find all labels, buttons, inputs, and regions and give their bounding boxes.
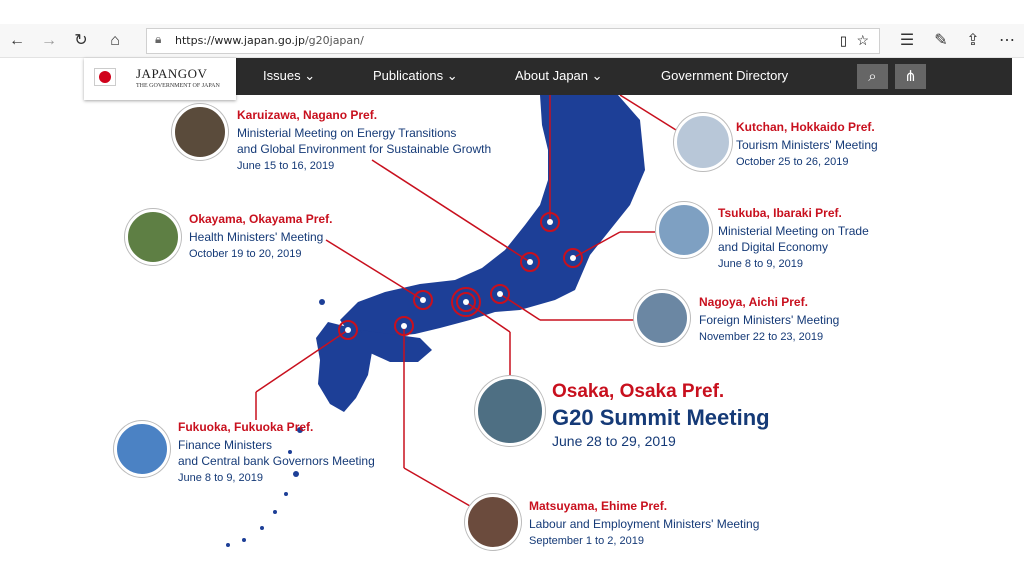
nav-issues[interactable]: Issues ⌄: [263, 68, 315, 84]
event-meeting: Ministerial Meeting on Energy Transition…: [237, 125, 491, 157]
nav-government-directory[interactable]: Government Directory: [661, 68, 788, 83]
refresh-icon[interactable]: ↻: [70, 30, 92, 52]
lock-icon: 🔒︎: [155, 32, 162, 46]
meeting-line: Ministerial Meeting on Trade: [718, 224, 869, 238]
url-text: https://www.japan.go.jp/g20japan/: [175, 34, 364, 47]
event-kutchan[interactable]: Kutchan, Hokkaido Pref. Tourism Minister…: [736, 120, 878, 168]
event-meeting: Finance Ministers and Central bank Govern…: [178, 437, 375, 469]
nagoya-photo: [634, 290, 690, 346]
event-city: Matsuyama, Ehime Pref.: [529, 499, 668, 513]
event-date: June 8 to 9, 2019: [718, 258, 804, 270]
event-meeting: Ministerial Meeting on Trade and Digital …: [718, 223, 869, 255]
kutchan-photo: [674, 113, 732, 171]
event-okayama[interactable]: Okayama, Okayama Pref. Health Ministers'…: [189, 212, 332, 260]
okayama-photo: [125, 209, 181, 265]
event-date: June 15 to 16, 2019: [237, 160, 335, 172]
flag-sun: [99, 71, 111, 83]
nav-publications-label: Publications: [373, 68, 444, 83]
event-meeting: G20 Summit Meeting: [552, 405, 770, 430]
favorite-star-icon[interactable]: ☆: [856, 32, 869, 49]
url-path: /g20japan/: [304, 34, 364, 47]
nav-directory-label: Government Directory: [661, 68, 789, 83]
event-meeting: Tourism Ministers' Meeting: [736, 138, 878, 152]
meeting-line: and Central bank Governors Meeting: [178, 454, 375, 468]
more-icon[interactable]: ⋯: [996, 30, 1018, 52]
event-fukuoka[interactable]: Fukuoka, Fukuoka Pref. Finance Ministers…: [178, 420, 375, 484]
event-nagoya[interactable]: Nagoya, Aichi Pref. Foreign Ministers' M…: [699, 295, 839, 343]
event-tsukuba[interactable]: Tsukuba, Ibaraki Pref. Ministerial Meeti…: [718, 206, 869, 270]
event-city: Osaka, Osaka Pref.: [552, 381, 725, 402]
share-network-icon[interactable]: ⋔: [895, 64, 926, 89]
event-city: Fukuoka, Fukuoka Pref.: [178, 420, 314, 434]
url-host: https://www.japan.go.jp: [175, 34, 305, 47]
browser-toolbar: ← → ↻ ⌂ 🔒︎ https://www.japan.go.jp/g20ja…: [0, 24, 1024, 58]
japangov-logo[interactable]: JAPANGOV THE GOVERNMENT OF JAPAN: [84, 58, 236, 100]
nav-publications[interactable]: Publications ⌄: [373, 68, 458, 84]
share-icon[interactable]: ⇪: [962, 30, 984, 52]
meeting-line: and Digital Economy: [718, 240, 829, 254]
nav-about-label: About Japan: [515, 68, 589, 83]
pen-icon[interactable]: ✎: [930, 30, 952, 52]
event-city: Karuizawa, Nagano Pref.: [237, 108, 378, 122]
matsuyama-photo: [465, 494, 521, 550]
meeting-line: Finance Ministers: [178, 438, 273, 452]
osaka-photo: [475, 376, 545, 446]
tsukuba-photo: [656, 202, 712, 258]
event-city: Kutchan, Hokkaido Pref.: [736, 120, 875, 134]
event-date: October 25 to 26, 2019: [736, 156, 849, 168]
reading-view-icon[interactable]: ▯: [840, 33, 847, 49]
nav-issues-label: Issues: [263, 68, 301, 83]
karuizawa-photo: [172, 104, 228, 160]
nav-about-japan[interactable]: About Japan ⌄: [515, 68, 603, 84]
event-city: Tsukuba, Ibaraki Pref.: [718, 206, 842, 220]
meeting-line: and Global Environment for Sustainable G…: [237, 142, 492, 156]
forward-arrow-icon[interactable]: →: [38, 30, 60, 52]
logo-title: JAPANGOV: [136, 66, 208, 81]
event-date: June 28 to 29, 2019: [552, 433, 676, 449]
favorites-list-icon[interactable]: ☰: [896, 30, 918, 52]
event-matsuyama[interactable]: Matsuyama, Ehime Pref. Labour and Employ…: [529, 499, 759, 547]
back-arrow-icon[interactable]: ←: [6, 30, 28, 52]
event-date: September 1 to 2, 2019: [529, 535, 644, 547]
event-osaka[interactable]: Osaka, Osaka Pref. G20 Summit Meeting Ju…: [552, 381, 770, 449]
search-icon[interactable]: ⌕: [857, 64, 888, 89]
event-meeting: Foreign Ministers' Meeting: [699, 313, 840, 327]
event-karuizawa[interactable]: Karuizawa, Nagano Pref. Ministerial Meet…: [237, 108, 491, 172]
event-city: Nagoya, Aichi Pref.: [699, 295, 808, 309]
event-meeting: Health Ministers' Meeting: [189, 230, 324, 244]
event-date: October 19 to 20, 2019: [189, 248, 302, 260]
meeting-line: Ministerial Meeting on Energy Transition…: [237, 126, 457, 140]
event-city: Okayama, Okayama Pref.: [189, 212, 333, 226]
home-icon[interactable]: ⌂: [104, 30, 126, 52]
event-meeting: Labour and Employment Ministers' Meeting: [529, 517, 760, 531]
address-bar[interactable]: 🔒︎ https://www.japan.go.jp/g20japan/ ▯ ☆: [146, 28, 880, 54]
logo-subtitle: THE GOVERNMENT OF JAPAN: [136, 83, 220, 89]
event-date: November 22 to 23, 2019: [699, 331, 824, 343]
event-date: June 8 to 9, 2019: [178, 472, 264, 484]
fukuoka-photo: [114, 421, 170, 477]
